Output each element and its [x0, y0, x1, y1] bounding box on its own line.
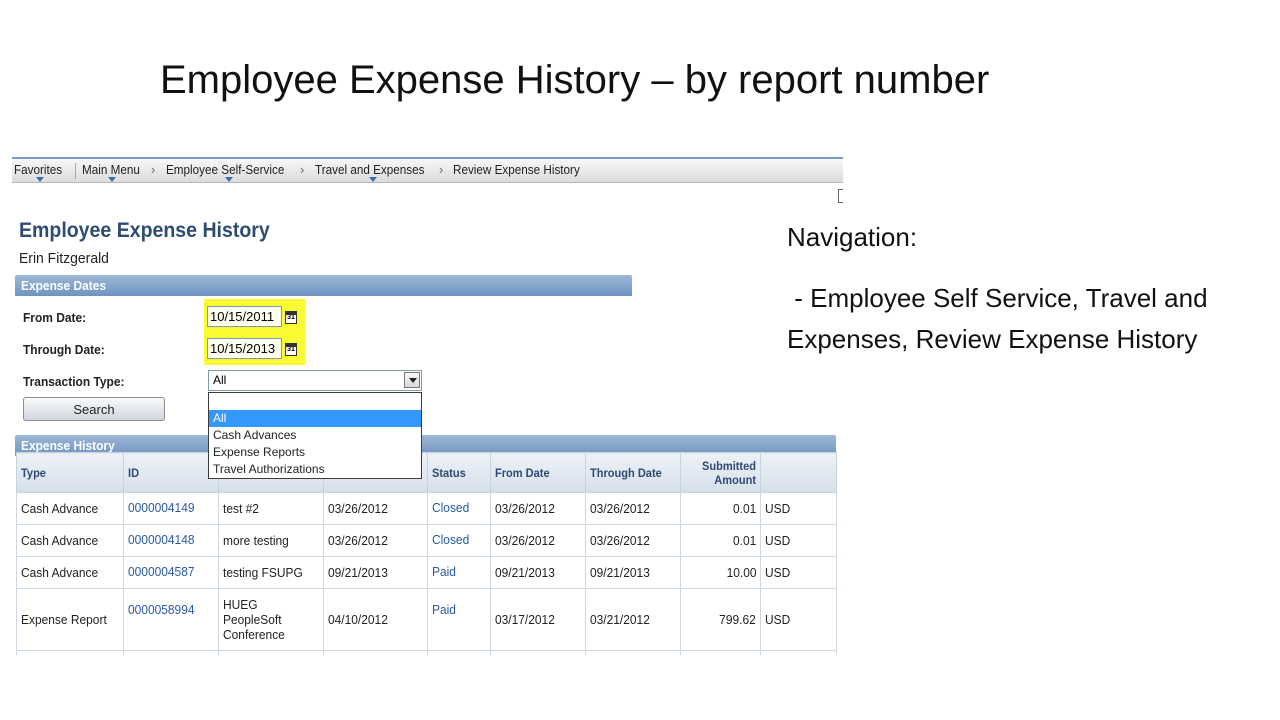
column-header-type[interactable]: Type [16, 452, 124, 493]
dropdown-option-cash-advances[interactable]: Cash Advances [209, 427, 421, 444]
row-status-link[interactable]: Paid [426, 588, 492, 651]
row-date: 04/10/2012 [322, 588, 428, 651]
row-description: HUEG PeopleSoft Conference [217, 588, 324, 651]
dropdown-option-all[interactable]: All [209, 410, 421, 427]
row-date: 03/26/2012 [322, 492, 428, 525]
row-status-link[interactable]: Closed [426, 524, 492, 557]
row-through-date: 09/21/2013 [585, 556, 682, 589]
row-from-date: 03/26/2012 [490, 524, 587, 557]
column-header-currency [760, 452, 837, 493]
column-header-through-date[interactable]: Through Date [585, 452, 682, 493]
row-type: Cash Advance [16, 524, 124, 557]
description-line: Conference [222, 627, 285, 642]
breadcrumb-travel-and-expenses[interactable]: Travel and Expenses [315, 162, 424, 177]
new-window-icon[interactable] [838, 189, 843, 203]
row-description: test #2 [217, 492, 324, 525]
expense-history-header-label: Expense History [21, 438, 115, 453]
row-from-date: 03/26/2012 [490, 492, 587, 525]
transaction-type-select[interactable]: All [208, 370, 422, 391]
description-line: HUEG [222, 597, 258, 612]
row-status-link[interactable]: Paid [426, 556, 492, 589]
row-type: Cash Advance [16, 556, 124, 589]
table-row: Cash Advance 0000004149 test #2 03/26/20… [16, 492, 837, 525]
breadcrumb-main-menu[interactable]: Main Menu [82, 162, 140, 177]
row-amount: 0.01 [680, 524, 762, 557]
expense-dates-header-label: Expense Dates [21, 278, 107, 293]
table-row-partial [16, 650, 837, 655]
breadcrumb-employee-self-service[interactable]: Employee Self-Service [166, 162, 284, 177]
row-from-date: 03/17/2012 [490, 588, 587, 651]
row-currency: USD [760, 492, 837, 525]
row-id-link[interactable]: 0000058994 [122, 588, 219, 651]
row-description: testing FSUPG [217, 556, 324, 589]
chevron-right-icon: › [151, 162, 156, 177]
row-date: 09/21/2013 [322, 556, 428, 589]
dropdown-arrow-icon[interactable] [404, 372, 420, 388]
table-row: Expense Report 0000058994 HUEG PeopleSof… [16, 588, 837, 651]
page-title: Employee Expense History [19, 219, 270, 242]
breadcrumb-bar: Favorites Main Menu › Employee Self-Serv… [12, 157, 843, 183]
row-id-link[interactable]: 0000004149 [122, 492, 219, 525]
row-type: Cash Advance [16, 492, 124, 525]
through-date-label: Through Date: [23, 342, 105, 357]
navigation-text: - Employee Self Service, Travel and Expe… [787, 283, 1215, 354]
dropdown-option-travel-authorizations[interactable]: Travel Authorizations [209, 461, 421, 478]
search-button[interactable]: Search [23, 397, 165, 421]
from-date-label: From Date: [23, 310, 87, 325]
row-currency: USD [760, 556, 837, 589]
row-id-link[interactable]: 0000004587 [122, 556, 219, 589]
from-date-input[interactable]: 10/15/2011 [207, 306, 282, 327]
row-through-date: 03/26/2012 [585, 524, 682, 557]
chevron-down-icon[interactable] [36, 177, 44, 182]
calendar-icon[interactable]: 31 [285, 311, 297, 324]
column-header-submitted-amount[interactable]: Submitted Amount [680, 452, 762, 493]
column-header-status[interactable]: Status [426, 452, 492, 493]
transaction-type-dropdown[interactable]: All Cash Advances Expense Reports Travel… [208, 392, 422, 479]
employee-name: Erin Fitzgerald [19, 250, 109, 267]
breadcrumb-review-expense-history[interactable]: Review Expense History [453, 162, 580, 177]
row-id-link[interactable]: 0000004148 [122, 524, 219, 557]
transaction-type-value: All [213, 373, 227, 387]
calendar-icon[interactable]: 31 [285, 343, 297, 356]
expense-dates-header: Expense Dates [15, 275, 632, 296]
row-currency: USD [760, 588, 837, 651]
table-row: Cash Advance 0000004148 more testing 03/… [16, 524, 837, 557]
row-through-date: 03/26/2012 [585, 492, 682, 525]
expense-history-table: Type ID Status From Date Through Date Su… [16, 452, 837, 655]
chevron-down-icon[interactable] [225, 177, 233, 182]
row-status-link[interactable]: Closed [426, 492, 492, 525]
row-amount: 799.62 [680, 588, 762, 651]
description-line: PeopleSoft [222, 612, 282, 627]
chevron-right-icon: › [300, 162, 305, 177]
row-currency: USD [760, 524, 837, 557]
through-date-input[interactable]: 10/15/2013 [207, 338, 282, 359]
row-from-date: 09/21/2013 [490, 556, 587, 589]
slide-title: Employee Expense History – by report num… [160, 58, 990, 102]
navigation-heading: Navigation: [787, 222, 918, 252]
row-amount: 0.01 [680, 492, 762, 525]
breadcrumb-favorites[interactable]: Favorites [14, 162, 62, 177]
column-header-id[interactable]: ID [122, 452, 219, 493]
table-header-row: Type ID Status From Date Through Date Su… [16, 452, 837, 493]
dropdown-option-expense-reports[interactable]: Expense Reports [209, 444, 421, 461]
nav-divider [75, 163, 76, 179]
table-row: Cash Advance 0000004587 testing FSUPG 09… [16, 556, 837, 589]
row-description: more testing [217, 524, 324, 557]
row-date: 03/26/2012 [322, 524, 428, 557]
transaction-type-label: Transaction Type: [23, 374, 125, 389]
row-through-date: 03/21/2012 [585, 588, 682, 651]
column-header-from-date[interactable]: From Date [490, 452, 587, 493]
chevron-right-icon: › [439, 162, 444, 177]
peoplesoft-screenshot: Favorites Main Menu › Employee Self-Serv… [12, 155, 843, 655]
chevron-down-icon[interactable] [369, 177, 377, 182]
row-type: Expense Report [16, 588, 124, 651]
dropdown-blank-option[interactable] [209, 393, 421, 410]
row-amount: 10.00 [680, 556, 762, 589]
chevron-down-icon[interactable] [108, 177, 116, 182]
